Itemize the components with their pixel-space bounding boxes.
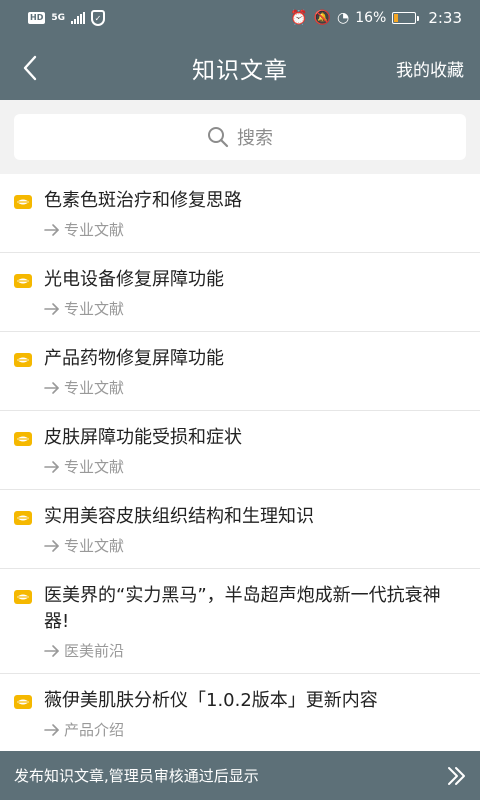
shield-icon: ✓ (91, 10, 105, 26)
status-right: ⏰ 🔕 ◔ 16% 2:33 (290, 9, 462, 27)
lips-icon (14, 590, 32, 604)
banner-text: 发布知识文章,管理员审核通过后显示 (14, 767, 259, 785)
network-type: 5G (51, 12, 65, 23)
battery-percent: 16% (355, 10, 387, 26)
hd-badge: HD (28, 12, 46, 24)
lips-icon (14, 274, 32, 288)
status-left: HD 5G ✓ (28, 10, 105, 26)
article-category: 专业文献 (44, 378, 464, 398)
article-title: 医美界的“实力黑马”，半岛超声炮成新一代抗衰神器! (44, 585, 441, 632)
article-title: 皮肤屏障功能受损和症状 (44, 427, 242, 448)
arrow-right-icon (44, 303, 59, 315)
lips-icon (14, 432, 32, 446)
lips-icon (14, 353, 32, 367)
search-section: 搜索 (0, 100, 480, 174)
article-item[interactable]: 皮肤屏障功能受损和症状专业文献 (0, 411, 480, 490)
lips-icon (14, 511, 32, 525)
signal-icon (71, 12, 85, 24)
search-placeholder: 搜索 (237, 128, 273, 149)
chevron-left-icon (23, 55, 37, 81)
article-item[interactable]: 医美界的“实力黑马”，半岛超声炮成新一代抗衰神器! 医美前沿 (0, 569, 480, 674)
article-item[interactable]: 薇伊美肌肤分析仪「1.0.2版本」更新内容产品介绍 (0, 674, 480, 751)
alarm-off-icon: ⏰ (290, 10, 308, 26)
back-button[interactable] (12, 50, 48, 86)
article-category: 医美前沿 (44, 641, 464, 661)
article-row: 薇伊美肌肤分析仪「1.0.2版本」更新内容 (14, 688, 464, 714)
search-input[interactable]: 搜索 (14, 114, 466, 160)
arrow-right-icon (44, 540, 59, 552)
battery-fill (394, 14, 398, 22)
article-category-label: 专业文献 (64, 300, 125, 318)
article-row: 医美界的“实力黑马”，半岛超声炮成新一代抗衰神器! (14, 583, 464, 635)
arrow-right-icon (44, 461, 59, 473)
article-category-label: 产品介绍 (64, 721, 125, 739)
lips-icon (14, 195, 32, 209)
article-category: 专业文献 (44, 299, 464, 319)
article-title: 薇伊美肌肤分析仪「1.0.2版本」更新内容 (44, 690, 378, 711)
article-title: 实用美容皮肤组织结构和生理知识 (44, 506, 314, 527)
article-category: 专业文献 (44, 457, 464, 477)
page-title: 知识文章 (192, 58, 288, 84)
article-item[interactable]: 光电设备修复屏障功能专业文献 (0, 253, 480, 332)
article-category: 专业文献 (44, 536, 464, 556)
speed-icon: ◔ (336, 10, 350, 26)
article-item[interactable]: 产品药物修复屏障功能专业文献 (0, 332, 480, 411)
arrow-right-icon (44, 645, 59, 657)
search-icon (208, 127, 229, 148)
my-favorites-button[interactable]: 我的收藏 (396, 56, 464, 81)
article-category: 产品介绍 (44, 720, 464, 740)
article-category: 专业文献 (44, 220, 464, 240)
mute-icon: 🔕 (313, 10, 331, 26)
article-row: 产品药物修复屏障功能 (14, 346, 464, 372)
clock: 2:33 (428, 9, 462, 27)
publish-article-banner[interactable]: 发布知识文章,管理员审核通过后显示 (0, 751, 480, 800)
lips-icon (14, 695, 32, 709)
arrow-right-icon (44, 224, 59, 236)
arrow-right-icon (44, 382, 59, 394)
article-row: 实用美容皮肤组织结构和生理知识 (14, 504, 464, 530)
article-category-label: 专业文献 (64, 379, 125, 397)
article-list: 色素色斑治疗和修复思路 专业文献 光电设备修复屏障功能 专业文献 产品药物修复屏障功能专… (0, 174, 480, 751)
article-title: 产品药物修复屏障功能 (44, 348, 224, 369)
article-category-label: 专业文献 (64, 221, 125, 239)
arrow-right-icon (44, 724, 59, 736)
article-category-label: 医美前沿 (64, 642, 125, 660)
article-item[interactable]: 实用美容皮肤组织结构和生理知识专业文献 (0, 490, 480, 569)
nav-bar: 知识文章 我的收藏 (0, 36, 480, 100)
article-item[interactable]: 色素色斑治疗和修复思路专业文献 (0, 174, 480, 253)
article-row: 色素色斑治疗和修复思路 (14, 188, 464, 214)
article-row: 皮肤屏障功能受损和症状 (14, 425, 464, 451)
battery-icon (392, 12, 420, 24)
article-category-label: 专业文献 (64, 537, 125, 555)
article-title: 色素色斑治疗和修复思路 (44, 190, 242, 211)
article-row: 光电设备修复屏障功能 (14, 267, 464, 293)
status-bar: HD 5G ✓ ⏰ 🔕 ◔ 16% 2:33 (0, 0, 480, 36)
article-title: 光电设备修复屏障功能 (44, 269, 224, 290)
article-category-label: 专业文献 (64, 458, 125, 476)
double-chevron-right-icon (448, 766, 465, 785)
